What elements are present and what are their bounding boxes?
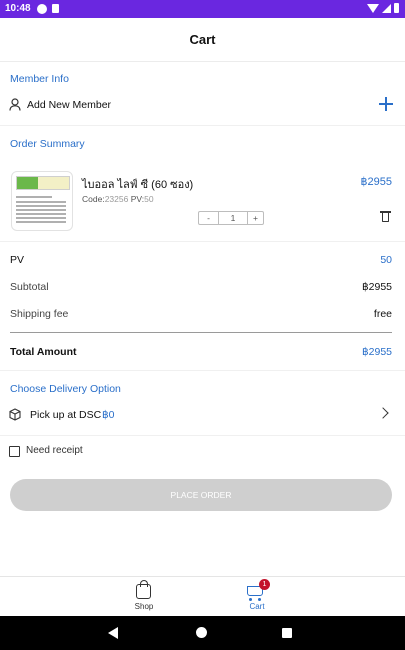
delivery-option-price: ฿0 — [102, 409, 115, 421]
back-icon[interactable] — [108, 627, 118, 639]
status-bar: 10:48 — [0, 0, 405, 18]
code-label: Code: — [82, 194, 105, 204]
system-nav-bar — [0, 616, 405, 650]
wifi-icon — [367, 3, 379, 13]
nav-shop[interactable]: Shop — [114, 577, 174, 617]
quantity-value[interactable]: 1 — [219, 212, 247, 224]
pv-summary-value: 50 — [380, 254, 392, 266]
product-image — [11, 171, 73, 231]
home-icon[interactable] — [196, 627, 207, 638]
cart-badge: 1 — [259, 579, 270, 590]
chevron-right-icon — [377, 407, 389, 419]
page-title: Cart — [0, 18, 405, 62]
pv-summary-label: PV — [10, 254, 25, 266]
order-summary-title: Order Summary — [10, 138, 85, 150]
total-value: ฿2955 — [361, 346, 392, 358]
pv-label: PV: — [130, 194, 145, 204]
shopping-bag-icon — [136, 580, 151, 599]
plus-icon[interactable] — [379, 97, 393, 111]
notification-icon — [37, 4, 47, 14]
delivery-option-row[interactable]: Pick up at DSC ฿0 — [0, 402, 405, 428]
bottom-nav: Shop 1 Cart — [0, 576, 405, 616]
delivery-option-label: Pick up at DSC — [30, 409, 102, 421]
divider — [0, 370, 405, 371]
nav-cart[interactable]: 1 Cart — [227, 577, 287, 617]
product-price: ฿2955 — [360, 176, 392, 188]
sim-icon — [52, 4, 59, 13]
recent-apps-icon[interactable] — [282, 628, 292, 638]
quantity-stepper[interactable]: - 1 + — [198, 211, 264, 225]
place-order-button[interactable]: PLACE ORDER — [10, 479, 392, 511]
product-name: ไบออล ไลฟ์ ซี (60 ซอง) — [82, 179, 194, 191]
total-divider — [10, 332, 392, 333]
pv-value: 50 — [144, 194, 154, 204]
trash-icon[interactable] — [380, 211, 391, 223]
signal-icon — [382, 3, 391, 13]
status-time: 10:48 — [5, 3, 31, 14]
increase-button[interactable]: + — [247, 212, 263, 224]
box-icon — [9, 408, 21, 421]
add-member-row[interactable]: Add New Member — [0, 92, 405, 118]
receipt-checkbox[interactable] — [9, 446, 20, 457]
battery-icon — [394, 3, 399, 13]
subtotal-label: Subtotal — [10, 281, 49, 293]
shipping-value: free — [373, 308, 392, 320]
person-icon — [9, 98, 21, 111]
member-info-title: Member Info — [10, 73, 69, 85]
subtotal-value: ฿2955 — [361, 281, 392, 293]
add-member-label: Add New Member — [27, 99, 112, 111]
total-label: Total Amount — [10, 346, 77, 358]
nav-cart-label: Cart — [249, 602, 265, 611]
shipping-label: Shipping fee — [10, 308, 69, 320]
receipt-label[interactable]: Need receipt — [26, 445, 83, 456]
divider — [0, 241, 405, 242]
product-meta: Code:23256 PV:50 — [82, 194, 154, 204]
divider — [0, 125, 405, 126]
nav-shop-label: Shop — [134, 602, 154, 611]
status-indicators — [367, 3, 399, 13]
divider — [0, 435, 405, 436]
decrease-button[interactable]: - — [199, 212, 219, 224]
delivery-title: Choose Delivery Option — [10, 383, 121, 395]
code-value: 23256 — [104, 194, 129, 204]
